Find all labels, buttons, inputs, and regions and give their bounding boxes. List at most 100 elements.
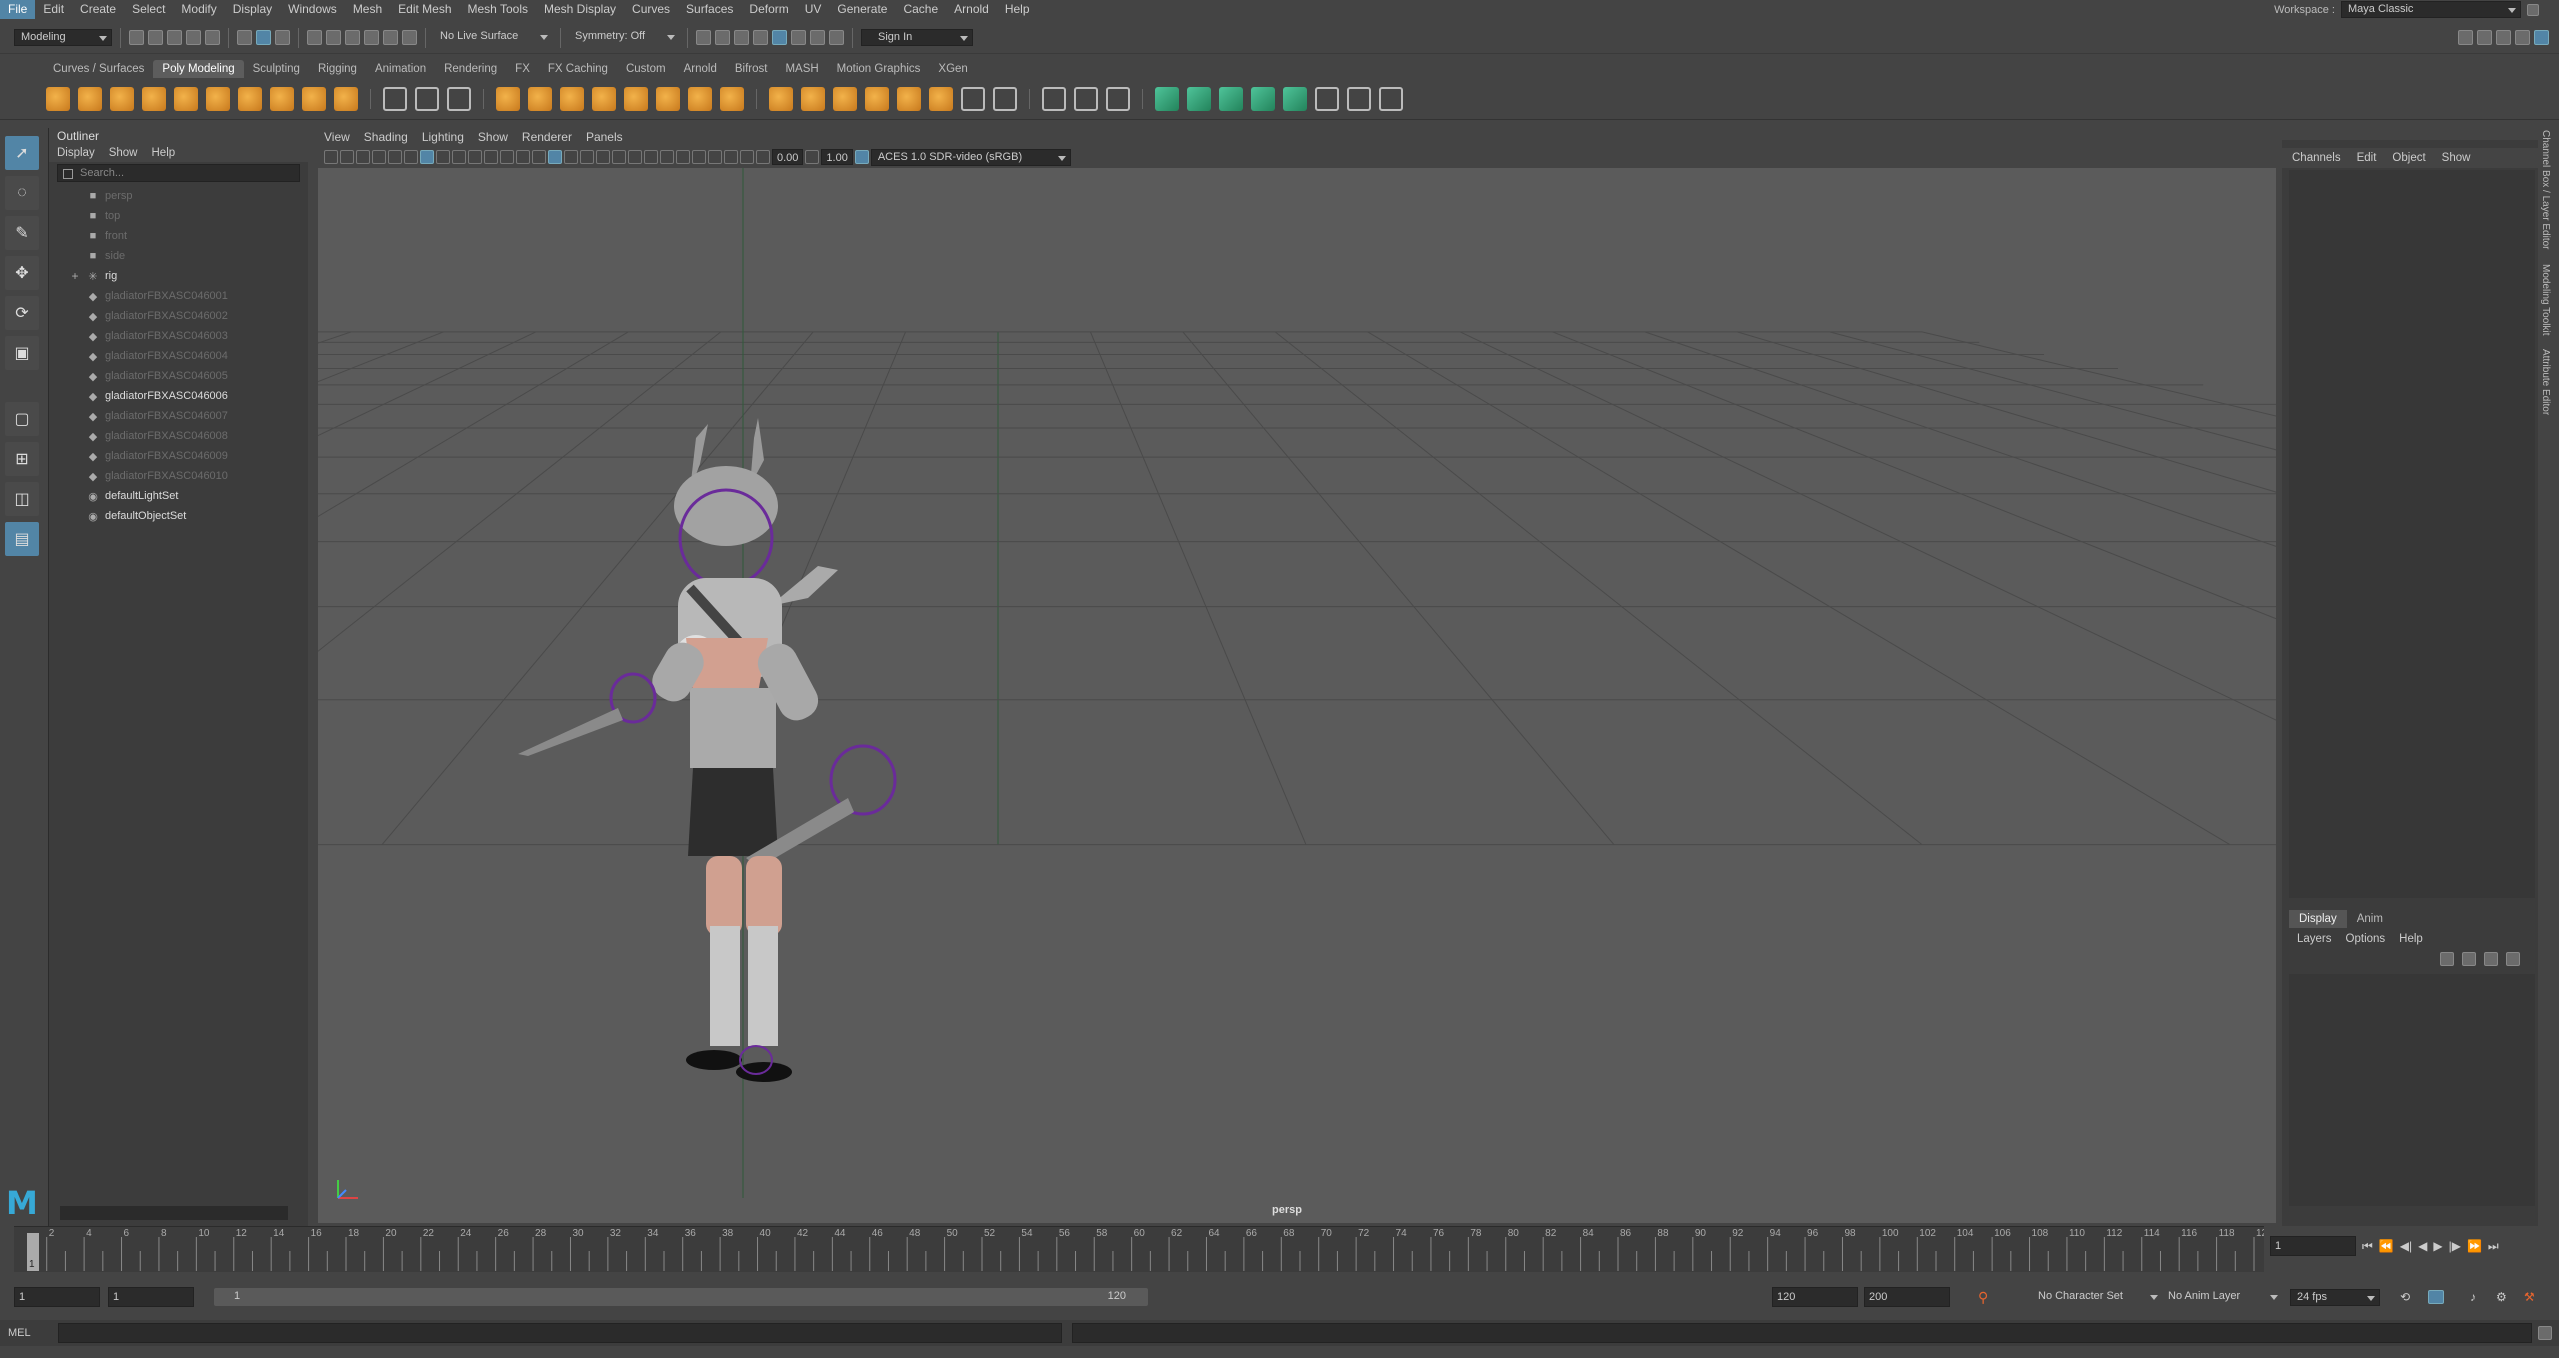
- delete-history-icon[interactable]: [1219, 86, 1243, 111]
- outliner-item[interactable]: ◆ gladiatorFBXASC046008: [69, 426, 308, 446]
- menu-file[interactable]: File: [0, 0, 36, 19]
- menu-cache[interactable]: Cache: [895, 0, 946, 19]
- wireframe-on-shaded-icon[interactable]: [580, 150, 594, 164]
- shelf-tab-rendering[interactable]: Rendering: [435, 60, 506, 78]
- film-gate-icon[interactable]: [436, 150, 450, 164]
- outliner-item[interactable]: ◆ gladiatorFBXASC046005: [69, 366, 308, 386]
- workspace-dropdown[interactable]: Maya Classic: [2341, 1, 2521, 18]
- outliner-persp-layout-icon[interactable]: ▤: [5, 522, 39, 556]
- outliner-item[interactable]: ■ persp: [69, 186, 308, 206]
- safe-action-icon[interactable]: [500, 150, 514, 164]
- pause-render-icon[interactable]: [829, 30, 844, 45]
- shelf-tab-arnold[interactable]: Arnold: [675, 60, 726, 78]
- shadows-icon[interactable]: [628, 150, 642, 164]
- render-current-icon[interactable]: [734, 30, 749, 45]
- hypershade-icon[interactable]: [791, 30, 806, 45]
- command-language-toggle[interactable]: MEL: [8, 1327, 52, 1339]
- shelf-tab-poly-modeling[interactable]: Poly Modeling: [153, 60, 244, 78]
- step-back-key-icon[interactable]: ⏪: [2379, 1239, 2394, 1253]
- motion-blur-icon[interactable]: [660, 150, 674, 164]
- rotate-tool-icon[interactable]: ⟳: [5, 296, 39, 330]
- camera-attributes-icon[interactable]: [340, 150, 354, 164]
- automatic-map-icon[interactable]: [961, 86, 985, 111]
- toggle-channelbox-icon[interactable]: [2496, 30, 2511, 45]
- outliner-search-input[interactable]: Search...: [57, 164, 300, 182]
- outliner-menu-display[interactable]: Display: [57, 147, 95, 159]
- select-hierarchy-icon[interactable]: [237, 30, 252, 45]
- side-tab-0[interactable]: Channel Box / Layer Editor: [2540, 130, 2551, 250]
- animation-end-field[interactable]: 200: [1864, 1287, 1950, 1307]
- polygon-plane-icon[interactable]: [769, 86, 793, 111]
- step-forward-key-icon[interactable]: ⏩: [2467, 1239, 2482, 1253]
- mirror-icon[interactable]: [688, 86, 712, 111]
- toggle-attribute-editor-icon[interactable]: [2515, 30, 2530, 45]
- menu-uv[interactable]: UV: [797, 0, 830, 19]
- poly-cone-icon[interactable]: [142, 86, 166, 111]
- step-back-frame-icon[interactable]: ◀|: [2400, 1239, 2412, 1253]
- bridge-icon[interactable]: [560, 86, 584, 111]
- step-forward-frame-icon[interactable]: |▶: [2449, 1239, 2461, 1253]
- shelf-tab-fx-caching[interactable]: FX Caching: [539, 60, 617, 78]
- textured-icon[interactable]: [596, 150, 610, 164]
- fill-hole-icon[interactable]: [624, 86, 648, 111]
- menu-deform[interactable]: Deform: [741, 0, 796, 19]
- render-settings-icon[interactable]: [772, 30, 787, 45]
- outliner-item[interactable]: ◆ gladiatorFBXASC046010: [69, 466, 308, 486]
- shelf-tab-rigging[interactable]: Rigging: [309, 60, 366, 78]
- outliner-item[interactable]: ◆ gladiatorFBXASC046009: [69, 446, 308, 466]
- key-prefs-icon[interactable]: ⚒: [2524, 1290, 2535, 1304]
- render-view-icon[interactable]: [715, 30, 730, 45]
- viewport-menu-lighting[interactable]: Lighting: [422, 130, 464, 144]
- viewport-persp[interactable]: [318, 168, 2276, 1223]
- channelbox-menu-channels[interactable]: Channels: [2292, 152, 2341, 164]
- menu-help[interactable]: Help: [997, 0, 1038, 19]
- uv-editor-icon[interactable]: [993, 86, 1017, 111]
- paint-select-icon[interactable]: ✎: [5, 216, 39, 250]
- outliner-item[interactable]: ◆ gladiatorFBXASC046003: [69, 326, 308, 346]
- cylindrical-map-icon[interactable]: [929, 86, 953, 111]
- snap-surface-icon[interactable]: [383, 30, 398, 45]
- layout-icon[interactable]: [801, 86, 825, 111]
- play-backwards-icon[interactable]: ◀: [2418, 1239, 2427, 1253]
- shelf-tab-sculpting[interactable]: Sculpting: [244, 60, 309, 78]
- anti-aliasing-icon[interactable]: [676, 150, 690, 164]
- xray-joints-icon[interactable]: [740, 150, 754, 164]
- move-layer-up-icon[interactable]: [2440, 952, 2454, 966]
- soften-edge-icon[interactable]: [1251, 86, 1275, 111]
- menu-arnold[interactable]: Arnold: [946, 0, 997, 19]
- poly-torus-icon[interactable]: [174, 86, 198, 111]
- anim-layer-dropdown[interactable]: No Anim Layer: [2162, 1288, 2282, 1306]
- planar-map-icon[interactable]: [897, 86, 921, 111]
- playback-end-field[interactable]: 120: [1772, 1287, 1858, 1307]
- play-forwards-icon[interactable]: ▶: [2433, 1239, 2442, 1253]
- grease-pencil-icon[interactable]: [404, 150, 418, 164]
- playback-start-field[interactable]: 1: [108, 1287, 194, 1307]
- poly-disc-icon[interactable]: [238, 86, 262, 111]
- outliner-menu-show[interactable]: Show: [109, 147, 138, 159]
- layer-tab-display[interactable]: Display: [2289, 910, 2347, 928]
- smooth-icon[interactable]: [447, 86, 471, 111]
- xray-icon[interactable]: [724, 150, 738, 164]
- shelf-tab-fx[interactable]: FX: [506, 60, 539, 78]
- command-input[interactable]: [58, 1323, 1062, 1343]
- 2d-pan-zoom-icon[interactable]: [388, 150, 402, 164]
- unfold-icon[interactable]: [865, 86, 889, 111]
- go-to-end-icon[interactable]: ⏭: [2488, 1239, 2499, 1254]
- outliner-item[interactable]: ◆ gladiatorFBXASC046002: [69, 306, 308, 326]
- menu-curves[interactable]: Curves: [624, 0, 678, 19]
- redo-icon[interactable]: [205, 30, 220, 45]
- side-tab-2[interactable]: Attribute Editor: [2540, 349, 2551, 415]
- viewport-menu-panels[interactable]: Panels: [586, 130, 623, 144]
- new-layer-icon[interactable]: [2484, 952, 2498, 966]
- channelbox-menu-object[interactable]: Object: [2392, 152, 2425, 164]
- isolate-select-icon[interactable]: [708, 150, 722, 164]
- camera-select-icon[interactable]: [324, 150, 338, 164]
- go-to-start-icon[interactable]: ⏮: [2362, 1239, 2373, 1254]
- combine-icon[interactable]: [383, 86, 407, 111]
- poly-sphere-icon[interactable]: [46, 86, 70, 111]
- default-material-icon[interactable]: [564, 150, 578, 164]
- harden-edge-icon[interactable]: [1283, 86, 1307, 111]
- outliner-item[interactable]: ■ front: [69, 226, 308, 246]
- history-icon[interactable]: [696, 30, 711, 45]
- safe-title-icon[interactable]: [516, 150, 530, 164]
